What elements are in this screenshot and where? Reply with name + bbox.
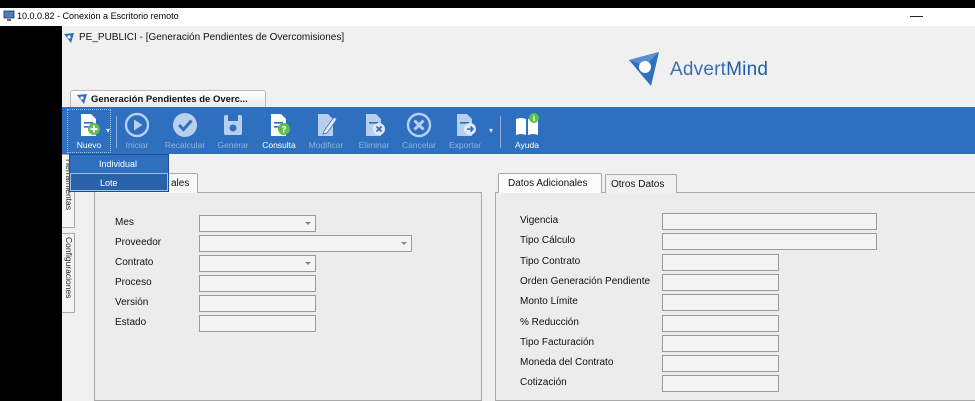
minimize-icon[interactable]: — [910,9,923,23]
proveedor-label: Proveedor [115,237,162,248]
eliminar-button[interactable]: Eliminar [349,108,399,154]
svg-text:i: i [533,115,535,123]
eliminar-label: Eliminar [358,140,390,150]
app-window: PE_PUBLICI - [Generación Pendientes de O… [62,26,975,401]
exportar-label: Exportar [448,140,482,150]
moneda-contrato-label: Moneda del Contrato [520,357,614,368]
proceso-field[interactable] [199,275,316,292]
export-document-icon [457,114,476,136]
tab-otros-datos-label: Otros Datos [611,179,665,190]
cotizacion-label: Cotización [520,377,567,388]
vigencia-label: Vigencia [520,215,559,226]
cotizacion-field[interactable] [662,375,779,392]
ayuda-label: Ayuda [515,140,539,150]
version-label: Versión [115,297,149,308]
logo-text: AdvertMind [670,59,768,81]
menu-item-lote[interactable]: Lote [70,173,168,191]
proveedor-select[interactable] [199,235,412,252]
proceso-label: Proceso [115,277,152,288]
check-circle-icon [173,113,197,137]
tipo-calculo-field[interactable] [662,233,877,250]
nuevo-label: Nuevo [76,140,102,150]
tipo-facturacion-label: Tipo Facturación [520,337,595,348]
tab-otros-datos[interactable]: Otros Datos [605,174,677,193]
monto-limite-label: Monto Límite [520,296,578,307]
cancelar-button[interactable]: Cancelar [394,108,444,154]
mes-select[interactable] [199,215,316,232]
ayuda-button[interactable]: i Ayuda [502,108,552,154]
estado-label: Estado [115,317,147,328]
contrato-label: Contrato [115,257,154,268]
app-logo-icon [64,33,74,43]
porcentaje-reduccion-label: % Reducción [520,317,579,328]
logo-text-advert: Advert [670,59,727,80]
tab-datos-generales-label: ales [171,178,190,189]
iniciar-button[interactable]: Iniciar [112,108,162,154]
modificar-button[interactable]: Modificar [301,108,351,154]
app-title: PE_PUBLICI - [Generación Pendientes de O… [79,32,345,43]
modificar-label: Modificar [308,140,344,150]
cancelar-label: Cancelar [401,140,437,150]
toolbar-separator [500,116,501,148]
tab-datos-adicionales[interactable]: Datos Adicionales [498,173,602,193]
nuevo-dropdown-caret-icon[interactable]: ▾ [106,126,110,135]
tipo-calculo-label: Tipo Cálculo [520,235,576,246]
consulta-button[interactable]: ? Consulta [254,108,304,154]
contrato-select[interactable] [199,255,316,272]
side-tab-configuraciones-label: Configuraciones [64,237,74,299]
remote-desktop-title-bar: 10.0.0.82 - Conexión a Escritorio remoto… [0,0,975,26]
help-book-icon: i [516,113,539,135]
logo-text-mind: Mind [726,59,769,80]
recalcular-button[interactable]: Recalcular [160,108,210,154]
exportar-dropdown-caret-icon[interactable]: ▾ [489,126,493,135]
orden-generacion-pendiente-field[interactable] [662,274,779,291]
vigencia-field[interactable] [662,213,877,230]
delete-document-icon [366,114,385,136]
generar-button[interactable]: Generar [208,108,258,154]
tab-datos-adicionales-label: Datos Adicionales [508,178,588,189]
document-tab-label: Generación Pendientes de Overc... [91,94,248,105]
cancel-circle-icon [406,112,432,138]
document-question-icon: ? [271,114,290,136]
tipo-contrato-label: Tipo Contrato [520,256,581,267]
remote-desktop-icon [3,10,15,21]
remote-desktop-title-strip: 10.0.0.82 - Conexión a Escritorio remoto… [0,8,975,26]
tipo-facturacion-field[interactable] [662,335,779,352]
menu-item-individual[interactable]: Individual [70,155,168,173]
exportar-button[interactable]: Exportar [440,108,490,154]
estado-field[interactable] [199,315,316,332]
tipo-contrato-field[interactable] [662,254,779,271]
version-field[interactable] [199,295,316,312]
side-tab-configuraciones[interactable]: Configuraciones [62,233,75,313]
remote-desktop-title: 10.0.0.82 - Conexión a Escritorio remoto [17,11,179,21]
edit-document-icon [318,114,338,136]
play-circle-icon [124,112,150,138]
iniciar-label: Iniciar [125,140,149,150]
generar-label: Generar [217,140,249,150]
svg-text:?: ? [281,126,286,136]
desktop-background [0,26,62,401]
orden-generacion-pendiente-label: Orden Generación Pendiente [520,276,651,287]
consulta-label: Consulta [262,140,296,150]
nuevo-dropdown-menu: Individual Lote [69,154,169,192]
mes-label: Mes [115,217,134,228]
document-tab-icon [77,94,87,104]
recalcular-label: Recalcular [164,140,206,150]
menu-item-individual-label: Individual [99,159,138,169]
moneda-contrato-field[interactable] [662,355,779,372]
monto-limite-field[interactable] [662,294,779,311]
screen: 10.0.0.82 - Conexión a Escritorio remoto… [0,0,975,401]
new-document-plus-icon [81,114,100,136]
save-disk-icon [224,115,242,135]
porcentaje-reduccion-field[interactable] [662,315,779,332]
menu-item-lote-label: Lote [100,178,118,188]
